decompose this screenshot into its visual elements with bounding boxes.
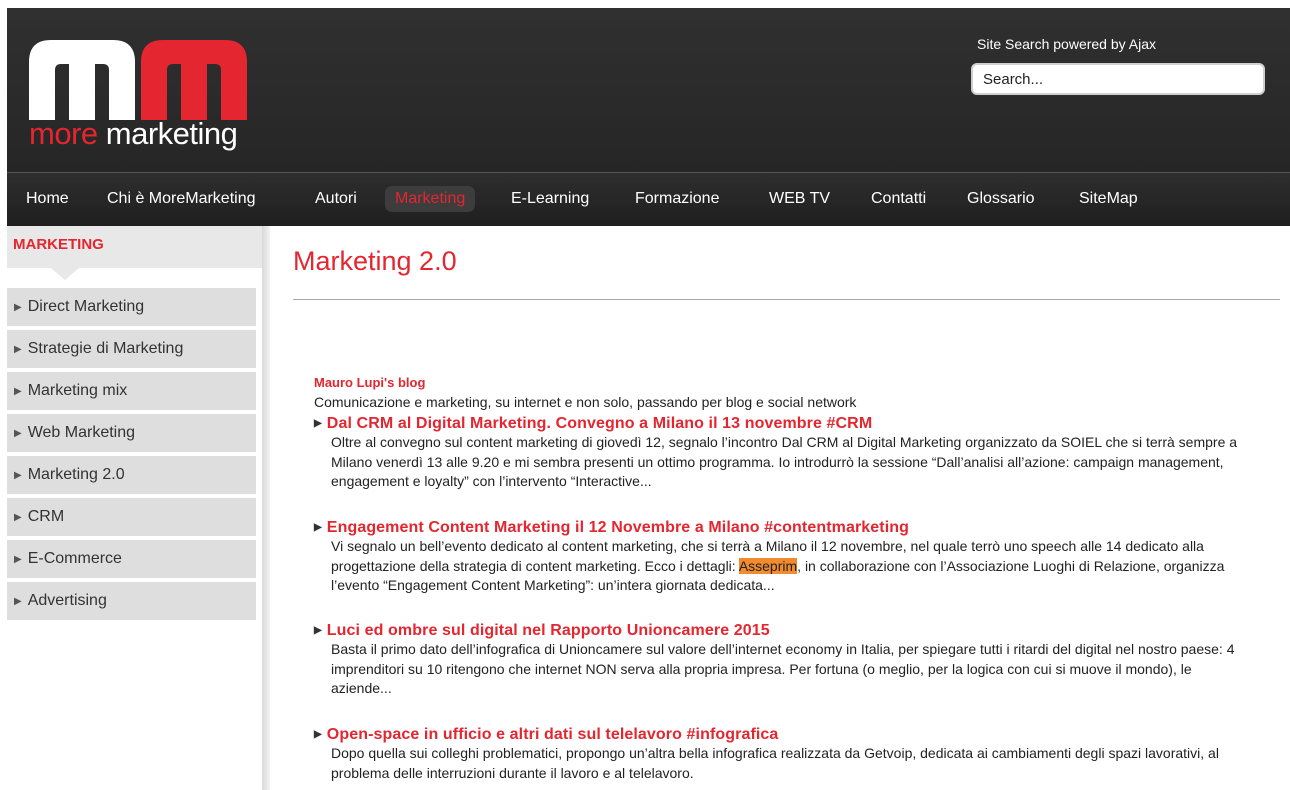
page-title: Marketing 2.0 [293,246,457,276]
triangle-right-icon: ▶ [14,386,22,397]
triangle-right-icon: ▶ [314,418,322,429]
sidebar-divider [262,226,270,790]
post-excerpt: Oltre al convegno sul content marketing … [331,434,1238,489]
sidebar-heading: MARKETING [13,236,104,253]
post-title-row: ▶ Dal CRM al Digital Marketing. Convegno … [314,415,1254,433]
nav-item-e-learning[interactable]: E-Learning [511,190,589,208]
nav-item-formazione[interactable]: Formazione [635,190,719,208]
post-item: ▶ Open-space in ufficio e altri dati sul … [314,726,1254,783]
sidebar-item-label: Marketing mix [27,382,128,399]
logo-marketing: marketing [105,116,238,151]
sidebar-item-label: Advertising [27,592,107,609]
post-title-link[interactable]: Luci ed ombre sul digital nel Rapporto U… [327,622,770,639]
triangle-right-icon: ▶ [314,729,322,740]
blog-name-link[interactable]: Mauro Lupi's blog [314,375,425,390]
post-title-link[interactable]: Open-space in ufficio e altri dati sul t… [327,726,779,743]
site-header: more marketing Site Search powered by Aj… [7,8,1290,172]
triangle-right-icon: ▶ [14,596,22,607]
nav-item-contatti[interactable]: Contatti [871,190,926,208]
post-item: ▶ Dal CRM al Digital Marketing. Convegno … [314,415,1254,492]
sidebar-item-crm[interactable]: ▶ CRM [7,498,256,536]
sidebar-item-label: Direct Marketing [27,298,145,315]
sidebar-item-label: E-Commerce [27,550,122,567]
logo-wordmark: more marketing [29,116,238,152]
sidebar-item-marketing-2-0[interactable]: ▶ Marketing 2.0 [7,456,256,494]
nav-item-chi-e-moremarketing[interactable]: Chi è MoreMarketing [107,190,256,208]
blog-description: Comunicazione e marketing, su internet e… [314,394,857,410]
triangle-right-icon: ▶ [314,625,322,636]
sidebar-item-direct-marketing[interactable]: ▶ Direct Marketing [7,288,256,326]
nav-item-glossario[interactable]: Glossario [967,190,1035,208]
post-title-row: ▶ Open-space in ufficio e altri dati sul … [314,726,1254,744]
sidebar-item-advertising[interactable]: ▶ Advertising [7,582,256,620]
main-nav: Home Chi è MoreMarketing Autori Marketin… [7,172,1290,226]
mm-logo-icon [29,40,247,120]
logo-more: more [29,116,98,151]
sidebar: MARKETING ▶ Direct Marketing ▶ Strategie d… [7,226,270,790]
triangle-right-icon: ▶ [14,512,22,523]
sidebar-item-label: Web Marketing [27,424,136,441]
sidebar-item-label: Strategie di Marketing [27,340,184,357]
sidebar-item-label: CRM [27,508,65,525]
search-input[interactable] [971,63,1265,95]
nav-item-marketing[interactable]: Marketing [385,186,476,212]
sidebar-item-web-marketing[interactable]: ▶ Web Marketing [7,414,256,452]
sidebar-item-e-commerce[interactable]: ▶ E-Commerce [7,540,256,578]
nav-item-home[interactable]: Home [26,190,69,208]
search-label: Site Search powered by Ajax [977,36,1156,52]
post-title-row: ▶ Engagement Content Marketing il 12 Nove… [314,519,1254,537]
nav-item-autori[interactable]: Autori [315,190,357,208]
triangle-right-icon: ▶ [14,554,22,565]
sidebar-item-label: Marketing 2.0 [27,466,125,483]
triangle-right-icon: ▶ [14,428,22,439]
sidebar-heading-box: MARKETING [7,226,263,268]
nav-item-web-tv[interactable]: WEB TV [769,190,830,208]
post-excerpt: Dopo quella sui colleghi problematici, p… [331,745,1219,781]
title-divider [293,299,1280,300]
nav-item-sitemap[interactable]: SiteMap [1079,190,1138,208]
site-logo[interactable]: more marketing [29,40,269,156]
triangle-right-icon: ▶ [14,470,22,481]
post-title-link[interactable]: Dal CRM al Digital Marketing. Convegno a… [327,415,872,432]
post-item: ▶ Luci ed ombre sul digital nel Rapporto … [314,622,1254,699]
triangle-right-icon: ▶ [14,302,22,313]
post-excerpt: Vi segnalo un bell’evento dedicato al co… [331,537,1254,596]
post-excerpt: Basta il primo dato dell’infografica di … [331,641,1235,696]
post-item: ▶ Engagement Content Marketing il 12 Nove… [314,519,1254,596]
triangle-right-icon: ▶ [14,344,22,355]
post-title-link[interactable]: Engagement Content Marketing il 12 Novem… [327,519,909,536]
sidebar-item-marketing-mix[interactable]: ▶ Marketing mix [7,372,256,410]
sidebar-heading-arrow-icon [51,268,79,280]
post-title-row: ▶ Luci ed ombre sul digital nel Rapporto … [314,622,1254,640]
search-highlight: Asseprim [738,557,798,574]
triangle-right-icon: ▶ [314,522,322,533]
sidebar-item-strategie-di-marketing[interactable]: ▶ Strategie di Marketing [7,330,256,368]
